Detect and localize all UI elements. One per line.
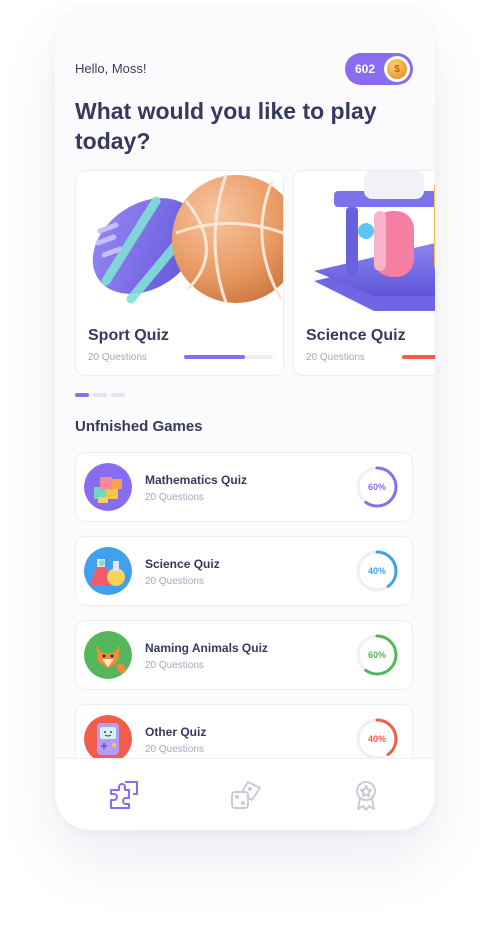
progress-ring: 40% (355, 549, 399, 593)
game-title: Naming Animals Quiz (145, 641, 268, 655)
phone-frame: Hello, Moss! 602 $ What would you like t… (55, 8, 435, 830)
award-icon[interactable] (348, 777, 384, 813)
coin-icon: $ (384, 56, 410, 82)
featured-card-sport[interactable]: Sport Quiz 20 Questions (75, 170, 284, 376)
fox-icon (84, 631, 132, 679)
card-title: Sport Quiz (88, 327, 169, 344)
card-subtitle: 20 Questions (88, 352, 147, 363)
featured-card-science[interactable]: Science Quiz 20 Questions (293, 170, 435, 376)
test-tube-illustration (314, 171, 435, 311)
football-basketball-illustration (92, 174, 283, 304)
cubes-icon (84, 463, 132, 511)
carousel-indicator[interactable] (75, 393, 125, 397)
card-progress-fill (184, 355, 245, 359)
dice-icon[interactable] (227, 777, 263, 813)
card-subtitle: 20 Questions (306, 352, 365, 363)
card-title: Science Quiz (306, 327, 406, 344)
game-row-science[interactable]: Science Quiz 20 Questions 40% (75, 536, 413, 606)
game-row-mathematics[interactable]: Mathematics Quiz 20 Questions 60% (75, 452, 413, 522)
progress-percent: 40% (367, 734, 386, 744)
coin-count: 602 (355, 62, 376, 76)
progress-ring: 60% (355, 465, 399, 509)
flasks-icon (84, 547, 132, 595)
progress-ring: 40% (355, 717, 399, 761)
progress-ring: 60% (355, 633, 399, 677)
game-subtitle: 20 Questions (145, 492, 204, 503)
game-subtitle: 20 Questions (145, 660, 204, 671)
greeting-text: Hello, Moss! (75, 61, 147, 76)
progress-percent: 60% (367, 650, 386, 660)
progress-percent: 40% (367, 566, 386, 576)
game-title: Other Quiz (145, 725, 207, 739)
page-title: What would you like to play today? (75, 98, 377, 154)
bottom-tab-bar (55, 758, 435, 830)
puzzle-icon[interactable] (106, 777, 142, 813)
carousel-dot[interactable] (75, 393, 89, 397)
carousel-dot[interactable] (111, 393, 125, 397)
game-subtitle: 20 Questions (145, 744, 204, 755)
card-progress-track (402, 355, 435, 359)
game-subtitle: 20 Questions (145, 576, 204, 587)
progress-percent: 60% (367, 482, 386, 492)
gameboy-icon (84, 715, 132, 763)
card-progress-track (184, 355, 273, 359)
game-title: Mathematics Quiz (145, 473, 248, 487)
coin-balance[interactable]: 602 $ (345, 53, 413, 85)
game-row-naming-animals[interactable]: Naming Animals Quiz 20 Questions 60% (75, 620, 413, 690)
card-progress-fill (402, 355, 435, 359)
featured-carousel[interactable]: Sport Quiz 20 Questions Science Quiz 20 … (75, 170, 435, 376)
carousel-dot[interactable] (93, 393, 107, 397)
game-title: Science Quiz (145, 557, 220, 571)
section-title: Unfnished Games (75, 418, 203, 435)
